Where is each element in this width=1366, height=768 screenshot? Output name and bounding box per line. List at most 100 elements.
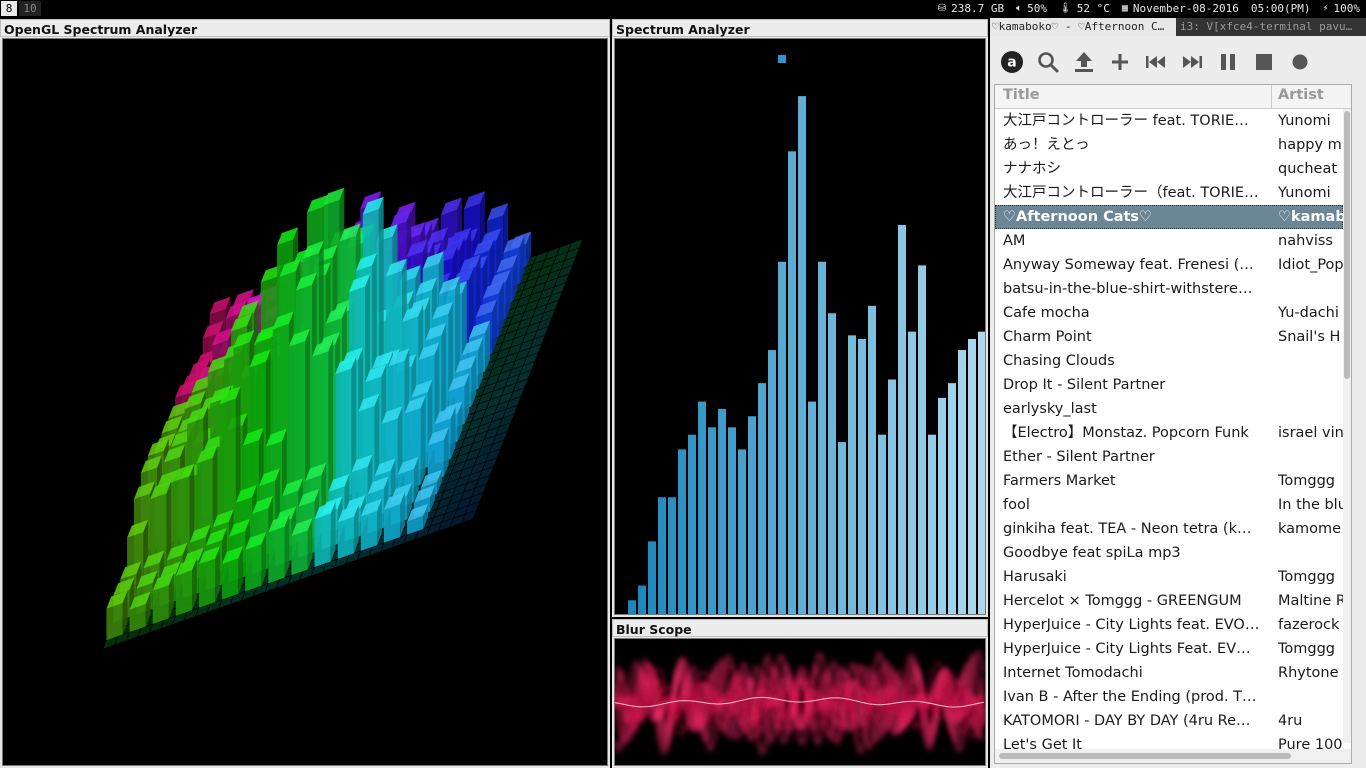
svg-text:a: a	[1007, 55, 1016, 71]
playlist-row[interactable]: Hercelot × Tomggg - GREENGUM Maltine R	[995, 589, 1343, 613]
spectrum-bar	[938, 397, 946, 614]
playlist-row[interactable]: earlysky_last	[995, 397, 1343, 421]
spectrum-bar	[698, 401, 706, 614]
playlist-row[interactable]: fool In the blu	[995, 493, 1343, 517]
horizontal-scroll-thumb[interactable]	[999, 753, 1291, 759]
playlist-row[interactable]: KATOMORI - DAY BY DAY (4ru Re… 4ru	[995, 709, 1343, 733]
previous-button[interactable]	[1142, 48, 1170, 76]
spectrum-bar	[888, 379, 896, 614]
record-button[interactable]	[1286, 48, 1314, 76]
playlist-row[interactable]: Ivan B - After the Ending (prod. T…	[995, 685, 1343, 709]
top-status-bar: 8 10 ⛁ 238.7 GB 🔈︎ 50% 🌡︎ 52 °C ▦ November-0…	[0, 0, 1366, 18]
track-artist: Tomggg	[1278, 473, 1336, 489]
playlist-row[interactable]: Anyway Someway feat. Frenesi (… Idiot_Pop	[995, 253, 1343, 277]
horizontal-scrollbar[interactable]	[995, 749, 1351, 763]
spectrum-bar	[718, 408, 726, 614]
audacious-menu-button[interactable]: a	[998, 48, 1026, 76]
add-files-button[interactable]	[1106, 48, 1134, 76]
track-title: Harusaki	[1003, 569, 1067, 585]
spectrum-analyzer-window[interactable]: Spectrum Analyzer	[612, 19, 988, 617]
spectrum-bar	[768, 350, 776, 614]
spectrum-bar	[778, 261, 786, 614]
search-icon	[1038, 52, 1059, 73]
spectrum-bar	[878, 434, 886, 614]
blur-scope-window[interactable]: Blur Scope	[612, 619, 988, 768]
date-value: November-08-2016	[1132, 2, 1239, 15]
column-header-title[interactable]: Title	[1003, 87, 1040, 103]
playlist-row[interactable]: Charm Point Snail's H	[995, 325, 1343, 349]
playlist-row[interactable]: Farmers Market Tomggg	[995, 469, 1343, 493]
stop-button[interactable]	[1250, 48, 1278, 76]
playlist-row[interactable]: HyperJuice - City Lights Feat. EV… Tomggg	[995, 637, 1343, 661]
track-artist: Yu-dachi	[1278, 305, 1339, 321]
playlist-view[interactable]: Title Artist 大江戸コントローラー feat. TORIE… Yuno…	[994, 84, 1352, 764]
track-title: Farmers Market	[1003, 473, 1116, 489]
track-artist: Snail's H	[1278, 329, 1341, 345]
spectrum-bar	[848, 335, 856, 614]
track-title: 大江戸コントローラー feat. TORIE…	[1003, 113, 1249, 129]
spectrum-bar	[838, 442, 846, 614]
playlist-row[interactable]: batsu-in-the-blue-shirt-withstere…	[995, 277, 1343, 301]
search-button[interactable]	[1034, 48, 1062, 76]
track-artist: qucheat	[1278, 161, 1338, 177]
vertical-scrollbar[interactable]	[1343, 109, 1351, 743]
vertical-scroll-thumb[interactable]	[1344, 111, 1350, 379]
next-button[interactable]	[1178, 48, 1206, 76]
track-artist: Idiot_Pop	[1278, 257, 1343, 273]
playlist-row[interactable]: Goodbye feat spiLa mp3	[995, 541, 1343, 565]
playlist-row[interactable]: Harusaki Tomggg	[995, 565, 1343, 589]
open-files-button[interactable]	[1070, 48, 1098, 76]
spectrum-bar	[678, 449, 686, 614]
tab-terminal[interactable]: i3: V[xfce4-terminal pavu…	[1178, 18, 1366, 36]
spectrum-3d-bar	[268, 514, 290, 584]
spectrum-bar	[658, 497, 666, 614]
volume-value: 50%	[1027, 2, 1048, 15]
tab-audacious[interactable]: ♡kamaboko♡ - ♡Afternoon C…	[990, 18, 1176, 36]
playlist-row[interactable]: AM nahviss	[995, 229, 1343, 253]
column-header-artist[interactable]: Artist	[1278, 87, 1324, 103]
audacious-window[interactable]: ♡kamaboko♡ - ♡Afternoon C… i3: V[xfce4-t…	[990, 18, 1366, 768]
playlist-header: Title Artist	[995, 85, 1351, 109]
playlist-row[interactable]: 【Electro】Monstaz. Popcorn Funk israel vin	[995, 421, 1343, 445]
spectrum-bar	[728, 427, 736, 614]
track-title: AM	[1003, 233, 1026, 249]
track-title: Ivan B - After the Ending (prod. T…	[1003, 689, 1257, 705]
playlist-row[interactable]: 大江戸コントローラー feat. TORIE… Yunomi	[995, 109, 1343, 133]
track-artist: israel vin	[1278, 425, 1343, 441]
playlist-row[interactable]: 大江戸コントローラー（feat. TORIE… Yunomi	[995, 181, 1343, 205]
pause-button[interactable]	[1214, 48, 1242, 76]
playlist-row[interactable]: ナナホシ qucheat	[995, 157, 1343, 181]
battery-value: 100%	[1333, 2, 1361, 15]
spectrum-bar	[748, 416, 756, 614]
disk-status: ⛁ 238.7 GB	[938, 2, 1004, 16]
disk-value: 238.7 GB	[951, 2, 1005, 15]
playlist-row[interactable]: ginkiha feat. TEA - Neon tetra (k… kamome	[995, 517, 1343, 541]
playlist-row[interactable]: Internet Tomodachi Rhytone	[995, 661, 1343, 685]
pause-icon	[1221, 54, 1235, 70]
battery-status: ⚡︎ 100%	[1322, 2, 1360, 16]
disk-icon: ⛁	[937, 3, 947, 14]
playlist-row[interactable]: HyperJuice - City Lights feat. EVO… fazer…	[995, 613, 1343, 637]
audacious-logo-icon: a	[1001, 51, 1023, 73]
calendar-icon: ▦	[1121, 3, 1128, 14]
date-status: ▦ November-08-2016	[1122, 2, 1239, 16]
track-title: Charm Point	[1003, 329, 1092, 345]
spectrum-bar	[688, 434, 696, 614]
track-artist: happy m	[1278, 137, 1342, 153]
playlist-row[interactable]: Chasing Clouds	[995, 349, 1343, 373]
track-title: Anyway Someway feat. Frenesi (…	[1003, 257, 1254, 273]
player-toolbar: a	[990, 40, 1366, 80]
time-value: 05:00(PM)	[1250, 2, 1311, 15]
column-separator[interactable]	[1271, 85, 1272, 108]
track-artist: 4ru	[1278, 713, 1303, 729]
playlist-row[interactable]: Drop It - Silent Partner	[995, 373, 1343, 397]
opengl-spectrum-window[interactable]: OpenGL Spectrum Analyzer	[0, 19, 610, 768]
playlist-row[interactable]: あっ！えとっ happy m	[995, 133, 1343, 157]
spectrum-bar	[918, 265, 926, 614]
playlist-row-selected[interactable]: ♡Afternoon Cats♡ ♡kamab	[995, 205, 1343, 229]
workspace-10-button[interactable]: 10	[19, 1, 41, 16]
workspace-8-button[interactable]: 8	[1, 1, 17, 16]
playlist-row[interactable]: Ether - Silent Partner	[995, 445, 1343, 469]
playlist-row[interactable]: Cafe mocha Yu-dachi	[995, 301, 1343, 325]
3d-spectrum-visual	[102, 187, 584, 650]
